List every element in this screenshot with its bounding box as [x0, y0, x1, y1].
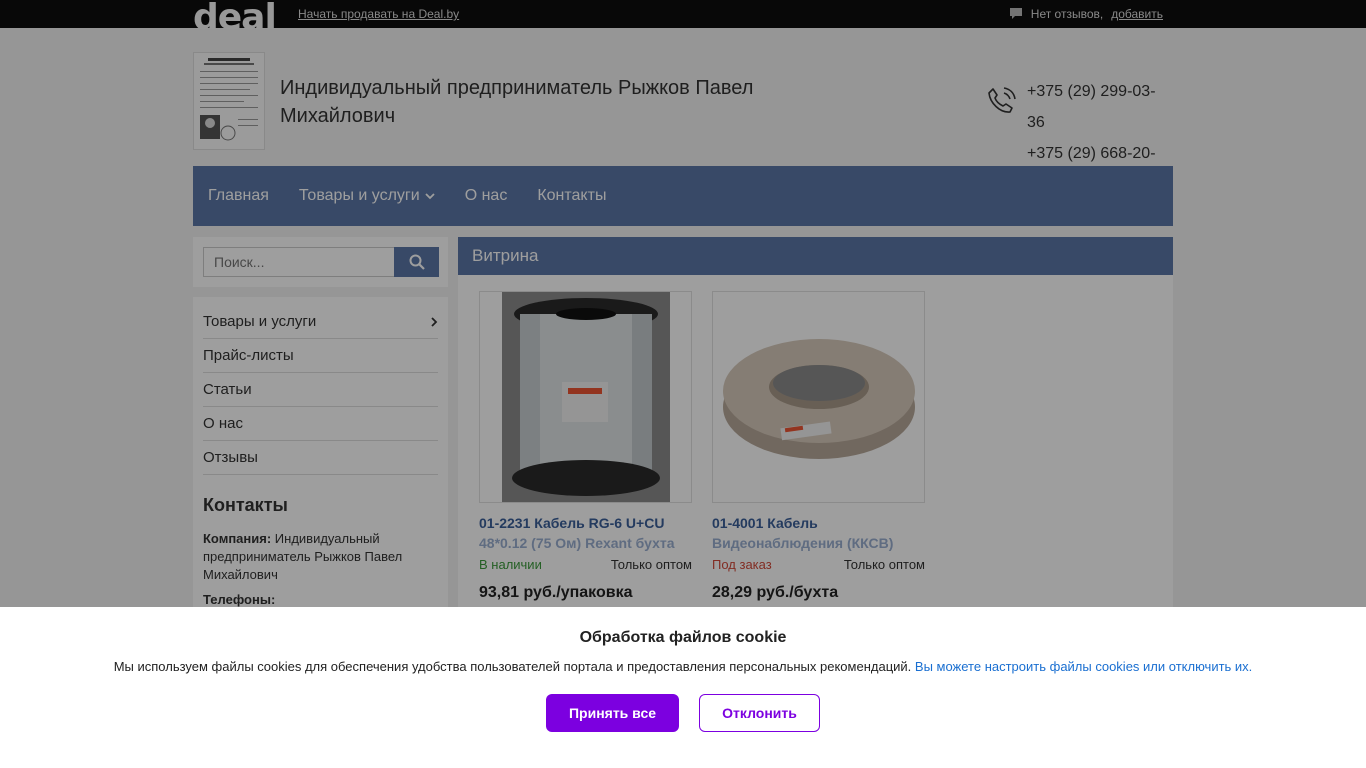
cookie-title: Обработка файлов cookie — [579, 629, 787, 646]
cookie-buttons: Принять все Отклонить — [0, 694, 1366, 732]
modal-overlay — [0, 0, 1366, 607]
cookie-banner: Обработка файлов cookie Мы используем фа… — [0, 607, 1366, 768]
decline-button[interactable]: Отклонить — [699, 694, 820, 732]
cookie-text: Мы используем файлы cookies для обеспече… — [0, 659, 1366, 674]
cookie-description: Мы используем файлы cookies для обеспече… — [113, 659, 912, 674]
accept-all-button[interactable]: Принять все — [546, 694, 679, 732]
cookie-settings-link[interactable]: Вы можете настроить файлы cookies или от… — [915, 659, 1252, 674]
